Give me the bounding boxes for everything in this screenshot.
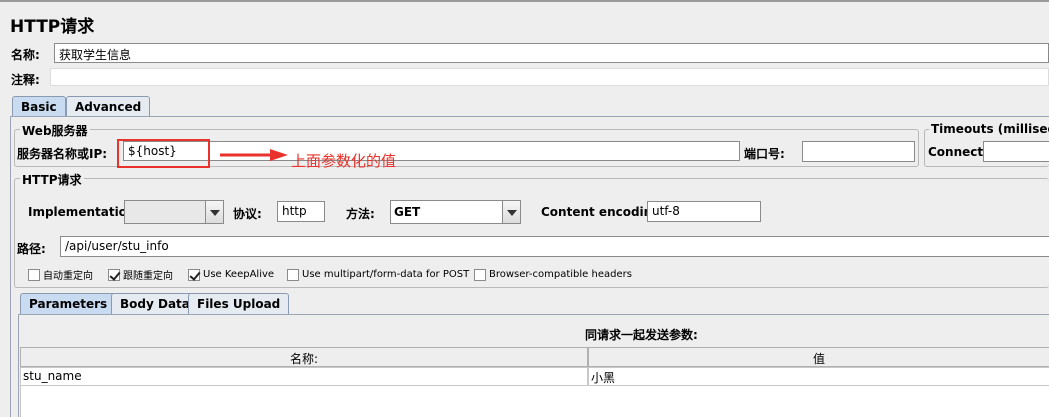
checkbox-keepalive[interactable]: Use KeepAlive	[188, 267, 274, 281]
checkbox-browser-compatible[interactable]: Browser-compatible headers	[474, 267, 632, 281]
comment-label: 注释:	[11, 73, 40, 87]
comment-input[interactable]	[50, 68, 1049, 86]
protocol-input[interactable]: http	[277, 201, 325, 222]
method-select[interactable]: GET	[390, 200, 521, 224]
chevron-down-icon	[502, 201, 520, 223]
checkbox-box[interactable]	[108, 268, 120, 281]
table-empty-area	[20, 386, 1049, 417]
checkbox-label: Browser-compatible headers	[489, 269, 632, 280]
column-header-name[interactable]: 名称:	[20, 347, 588, 367]
protocol-label: 协议:	[233, 207, 262, 221]
checkbox-label: 自动重定向	[43, 271, 93, 282]
tab-body-data[interactable]: Body Data	[111, 293, 199, 314]
annotation-box	[117, 139, 210, 168]
web-server-group-title: Web服务器	[20, 122, 90, 139]
checkbox-box[interactable]	[474, 268, 486, 281]
annotation-text: 上面参数化的值	[291, 152, 397, 170]
port-label: 端口号:	[744, 147, 785, 161]
params-caption: 同请求一起发送参数:	[585, 328, 698, 342]
method-label: 方法:	[346, 207, 375, 221]
param-value-cell[interactable]: 小黑	[588, 367, 1049, 386]
implementation-select[interactable]	[124, 200, 224, 224]
window-top-border	[0, 0, 1049, 2]
annotation-arrow-icon	[220, 149, 288, 161]
checkbox-auto-redirect[interactable]: 自动重定向	[28, 267, 93, 282]
encoding-input[interactable]: utf-8	[647, 201, 761, 222]
column-header-value[interactable]: 值	[588, 347, 1049, 367]
connect-input[interactable]	[983, 141, 1049, 162]
checkbox-label: Use multipart/form-data for POST	[302, 269, 470, 280]
method-value: GET	[394, 205, 421, 219]
chevron-down-icon	[205, 201, 223, 223]
checkbox-label: Use KeepAlive	[203, 269, 275, 280]
checkbox-box[interactable]	[287, 268, 299, 281]
name-input[interactable]: 获取学生信息	[54, 43, 1049, 63]
tab-files-upload[interactable]: Files Upload	[188, 293, 290, 314]
checkbox-box[interactable]	[28, 268, 40, 281]
page-title: HTTP请求	[10, 17, 95, 37]
tab-parameters[interactable]: Parameters	[20, 293, 117, 314]
checkbox-label: 跟随重定向	[123, 271, 173, 282]
timeouts-group-title: Timeouts (millisecon	[929, 122, 1049, 136]
checkbox-box[interactable]	[188, 268, 200, 281]
name-label: 名称:	[11, 48, 40, 62]
path-input[interactable]: /api/user/stu_info	[60, 236, 1049, 257]
tab-basic[interactable]: Basic	[12, 96, 66, 116]
checkbox-follow-redirect[interactable]: 跟随重定向	[108, 267, 173, 282]
path-label: 路径:	[17, 242, 46, 256]
port-input[interactable]	[802, 141, 915, 162]
server-name-label: 服务器名称或IP:	[17, 147, 108, 161]
server-name-input[interactable]: ${host}	[123, 141, 740, 161]
http-request-group-title: HTTP请求	[20, 171, 84, 188]
param-name-cell[interactable]: stu_name	[20, 367, 588, 386]
checkbox-multipart[interactable]: Use multipart/form-data for POST	[287, 267, 469, 281]
tab-advanced[interactable]: Advanced	[66, 96, 151, 116]
connect-label: Connect:	[928, 145, 988, 159]
